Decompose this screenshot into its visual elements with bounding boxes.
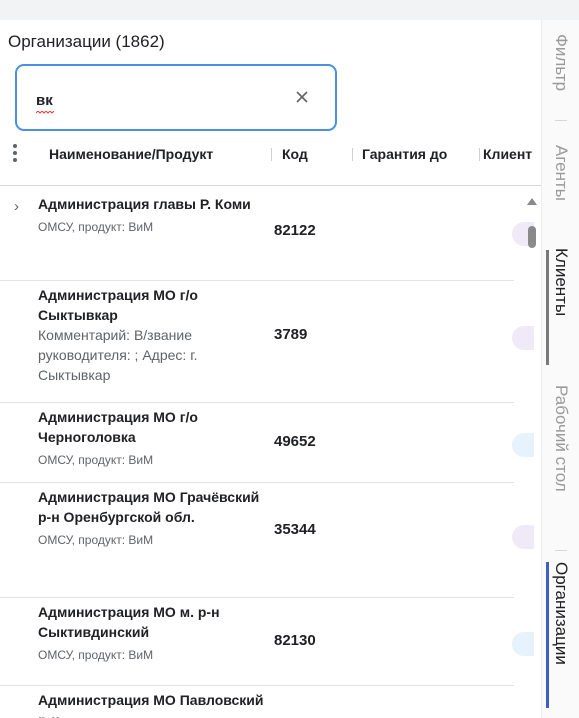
organization-code: 82122 — [274, 222, 316, 239]
name-cell: Администрация МО г/о Сыктывкар Комментар… — [38, 281, 264, 391]
organization-name: Администрация МО м. р-н Сыктивдинский — [38, 604, 220, 640]
spellcheck-underline — [36, 111, 54, 114]
tab-clients[interactable]: Клиенты — [542, 248, 579, 371]
organization-code: 3789 — [274, 326, 308, 343]
organizations-panel: Организации (1862) вк Наименование/Проду… — [0, 20, 541, 718]
organization-code: 35344 — [274, 521, 316, 538]
organization-name: Администрация главы Р. Коми — [38, 196, 251, 212]
clear-search-button[interactable] — [287, 82, 317, 112]
table-header: Наименование/Продукт Код Гарантия до Кли… — [0, 136, 541, 172]
page-title: Организации (1862) — [8, 32, 165, 51]
tab-clients-indicator — [546, 250, 549, 365]
organization-name: Администрация МО г/о Черноголовка — [38, 409, 198, 445]
organization-product: ОМСУ, продукт: ВиМ — [38, 220, 154, 234]
tab-desktop-label: Рабочий стол — [552, 385, 571, 492]
name-cell: Администрация МО Грачёвский р-н Оренбург… — [38, 483, 264, 554]
organization-product: ОМСУ, продукт: ВиМ — [38, 648, 154, 662]
column-divider[interactable] — [271, 148, 272, 161]
organization-name: Администрация МО г/о Сыктывкар — [38, 287, 198, 323]
search-input[interactable]: вк — [36, 92, 53, 109]
search-field[interactable]: вк — [15, 64, 337, 131]
expand-chevron-icon[interactable]: › — [14, 198, 19, 215]
table-row[interactable]: › Администрация главы Р. Коми ОМСУ, прод… — [0, 190, 534, 281]
name-cell: Администрация МО м. р-н Сыктивдинский ОМ… — [38, 598, 264, 669]
organization-code: 49652 — [274, 433, 316, 450]
table-row[interactable]: Администрация МО г/о Черноголовка ОМСУ, … — [0, 403, 534, 483]
name-cell: Администрация главы Р. Коми ОМСУ, продук… — [38, 190, 264, 241]
organization-comment: Комментарий: В/звание руководителя: ; Ад… — [38, 327, 198, 383]
table-row[interactable]: Администрация МО Грачёвский р-н Оренбург… — [0, 483, 534, 598]
table-row[interactable]: Администрация МО Павловский р-н — [0, 686, 514, 718]
tab-filter[interactable]: Фильтр — [542, 34, 579, 114]
scrollbar-thumb[interactable] — [528, 226, 536, 248]
tab-organizations[interactable]: Организации — [542, 562, 579, 712]
organization-product: ОМСУ, продукт: ВиМ — [38, 453, 154, 467]
column-header-code[interactable]: Код — [282, 146, 308, 162]
table-row[interactable]: Администрация МО м. р-н Сыктивдинский ОМ… — [0, 598, 534, 686]
organization-name: Администрация МО Грачёвский р-н Оренбург… — [38, 489, 260, 525]
tab-agents-label: Агенты — [552, 145, 571, 202]
organization-name: Администрация МО Павловский р-н — [38, 692, 264, 718]
tab-agents[interactable]: Агенты — [542, 145, 579, 235]
tab-filter-label: Фильтр — [552, 34, 571, 92]
organization-product: ОМСУ, продукт: ВиМ — [38, 533, 154, 547]
tab-desktop[interactable]: Рабочий стол — [542, 385, 579, 538]
column-header-warranty[interactable]: Гарантия до — [362, 146, 447, 162]
column-header-client[interactable]: Клиент — [483, 146, 532, 162]
column-header-name[interactable]: Наименование/Продукт — [49, 146, 213, 162]
column-menu-icon[interactable] — [7, 142, 23, 166]
organization-code: 82130 — [274, 632, 316, 649]
tab-organizations-label: Организации — [552, 562, 571, 665]
table-body: › Администрация главы Р. Коми ОМСУ, прод… — [0, 190, 534, 718]
name-cell: Администрация МО г/о Черноголовка ОМСУ, … — [38, 403, 264, 474]
table-row[interactable]: Администрация МО г/о Сыктывкар Комментар… — [0, 281, 534, 403]
scroll-up-arrow-icon[interactable] — [527, 198, 537, 205]
column-divider[interactable] — [479, 148, 480, 161]
header-divider — [0, 185, 541, 186]
top-strip — [0, 0, 579, 20]
tab-separator — [542, 550, 579, 552]
side-tabs: Фильтр Агенты Клиенты Рабочий стол Орган… — [541, 20, 579, 718]
close-icon[interactable] — [295, 90, 309, 104]
tab-organizations-indicator — [546, 562, 549, 708]
scrollbar[interactable] — [525, 198, 539, 718]
tab-clients-label: Клиенты — [552, 248, 571, 317]
column-divider[interactable] — [352, 148, 353, 161]
name-cell: Администрация МО Павловский р-н — [38, 686, 264, 718]
tab-separator — [542, 120, 579, 122]
